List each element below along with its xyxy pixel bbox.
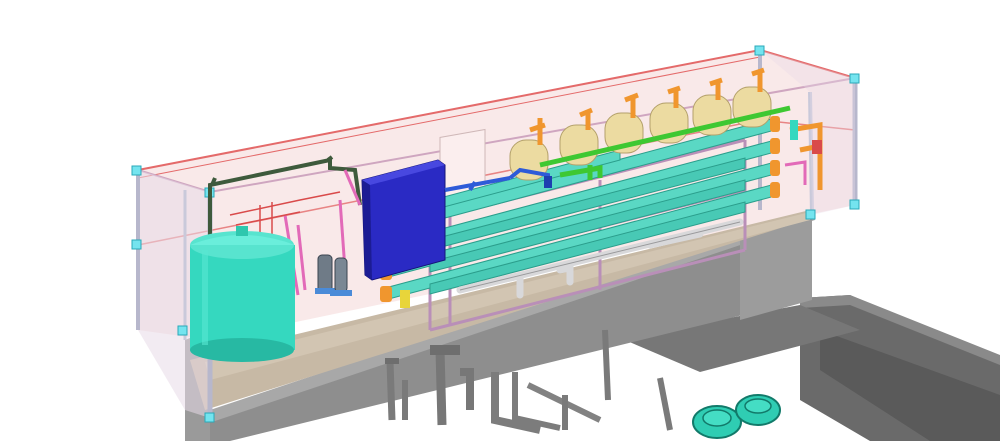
plant-3d-view bbox=[131, 45, 1000, 441]
storage-tank bbox=[190, 226, 295, 362]
yellow-fitting bbox=[400, 290, 410, 308]
control-panel bbox=[361, 159, 446, 281]
blue-valve bbox=[544, 176, 552, 188]
ground-valve-left bbox=[692, 405, 742, 439]
ground-valve-right bbox=[735, 394, 781, 426]
